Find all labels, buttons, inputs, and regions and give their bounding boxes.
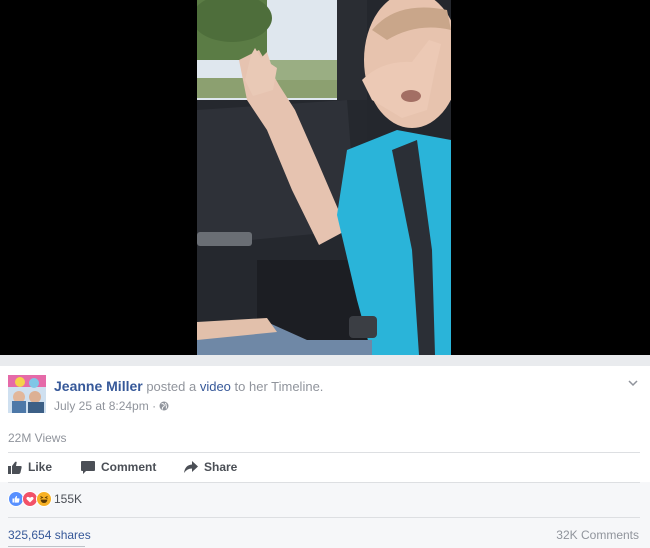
reactions-bar: 155K 325,654 shares 32K Comments <box>0 482 650 548</box>
share-label: Share <box>204 460 238 474</box>
timestamp-link[interactable]: July 25 at 8:24pm <box>54 399 149 413</box>
like-label: Like <box>28 460 53 474</box>
thumbs-up-icon <box>8 461 22 474</box>
divider <box>8 517 640 518</box>
video-player[interactable] <box>0 0 650 355</box>
meta-separator: · <box>152 399 157 413</box>
divider <box>8 482 640 483</box>
avatar[interactable] <box>8 375 46 413</box>
shares-link[interactable]: 325,654 shares <box>8 528 91 542</box>
author-link[interactable]: Jeanne Miller <box>54 378 143 394</box>
action-text: posted a <box>146 379 197 394</box>
share-icon <box>184 460 198 473</box>
like-button[interactable]: Like <box>8 460 52 474</box>
target-text: to her Timeline. <box>234 379 324 394</box>
comment-icon <box>81 460 95 474</box>
video-frame[interactable] <box>197 0 451 355</box>
post-card: Jeanne Miller posted a video to her Time… <box>0 366 650 548</box>
reactions-summary[interactable]: 155K <box>8 491 82 507</box>
comments-link[interactable]: 32K Comments <box>556 528 639 542</box>
separator-strip <box>0 355 650 366</box>
comment-label: Comment <box>101 460 157 474</box>
chevron-down-icon[interactable] <box>626 376 640 390</box>
haha-icon <box>36 491 52 507</box>
video-link[interactable]: video <box>200 379 231 394</box>
views-count: 22M Views <box>8 431 67 445</box>
globe-icon[interactable] <box>159 401 169 411</box>
video-still <box>197 0 451 355</box>
comment-button[interactable]: Comment <box>81 460 156 474</box>
post-meta: July 25 at 8:24pm · <box>54 399 169 413</box>
share-button[interactable]: Share <box>184 460 237 474</box>
shares-underline <box>8 546 85 547</box>
post-header: Jeanne Miller posted a video to her Time… <box>54 378 323 394</box>
reactions-count: 155K <box>54 492 83 506</box>
divider <box>8 452 640 453</box>
